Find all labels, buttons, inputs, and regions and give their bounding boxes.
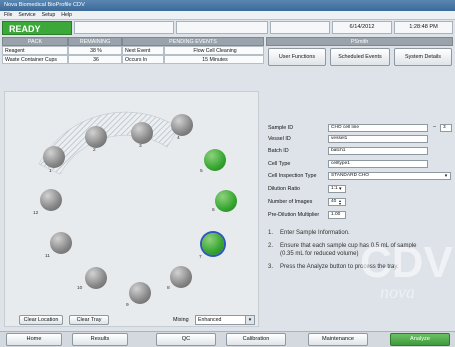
user-functions-button[interactable]: User Functions — [268, 48, 326, 66]
sample-tray-panel: 1 2 3 4 5 6 7 8 9 10 11 12 Clear Locatio… — [4, 91, 259, 327]
dilution-ratio-label: Dilution Ratio — [268, 186, 301, 192]
number-of-images-stepper[interactable]: 40 ▴ ▾ — [328, 198, 346, 206]
cup-12[interactable] — [40, 189, 62, 211]
menu-help[interactable]: Help — [61, 11, 72, 19]
mixing-select-value: Enhanced — [198, 317, 222, 323]
qc-button[interactable]: QC — [156, 333, 216, 346]
pending-events-header: PENDING EVENTS — [122, 37, 264, 46]
cell-type-label: Cell Type — [268, 161, 291, 167]
pack-row-waste-label: Waste Container Cups — [2, 55, 68, 64]
cell-type-input[interactable]: celltype1 — [328, 160, 428, 168]
vessel-id-label: Vessel ID — [268, 136, 291, 142]
cup-8[interactable] — [170, 266, 192, 288]
analyze-button[interactable]: Analyze — [390, 333, 450, 346]
cup-2[interactable] — [85, 126, 107, 148]
pack-row-reagent-label: Reagent — [2, 46, 68, 55]
menu-file[interactable]: File — [4, 11, 12, 19]
pack-row-reagent-value: 38 % — [68, 46, 122, 55]
pack-row-waste-value: 36 — [68, 55, 122, 64]
results-button[interactable]: Results — [72, 333, 128, 346]
user-name: PSmith — [266, 37, 453, 46]
home-button[interactable]: Home — [6, 333, 62, 346]
mixing-select[interactable]: Enhanced ▾ — [195, 315, 255, 325]
cup-3[interactable] — [131, 122, 153, 144]
inspection-type-label: Cell Inspection Type — [268, 173, 317, 179]
scheduled-events-button[interactable]: Scheduled Events — [330, 48, 390, 66]
cup-5[interactable] — [204, 149, 226, 171]
batch-id-label: Batch ID — [268, 148, 289, 154]
cdv-watermark-logo: CDV nova — [330, 238, 453, 318]
occurs-in-label: Occurs In — [122, 55, 164, 64]
predilution-multiplier-input[interactable]: 1.00 — [328, 211, 346, 219]
sample-id-label: Sample ID — [268, 125, 294, 131]
instruction-1: 1. Enter Sample Information. — [268, 230, 350, 236]
dilution-ratio-select[interactable]: 1:1 ▾ — [328, 185, 346, 193]
cup-number-6: 6 — [212, 208, 215, 213]
cup-number-4: 4 — [177, 136, 180, 141]
menu-setup[interactable]: Setup — [42, 11, 56, 19]
inspection-type-select[interactable]: STANDARD CHO ▾ — [328, 172, 451, 180]
cup-number-8: 8 — [167, 286, 170, 291]
cup-9[interactable] — [129, 282, 151, 304]
occurs-in-value: 15 Minutes — [164, 55, 264, 64]
inspection-type-value: STANDARD CHO — [331, 173, 370, 178]
predilution-multiplier-label: Pre-Dilution Multiplier — [268, 212, 320, 218]
chevron-down-icon[interactable]: ▾ — [339, 186, 345, 192]
cup-11[interactable] — [50, 232, 72, 254]
cup-number-7: 7 — [199, 255, 202, 260]
cup-number-5: 5 — [200, 169, 203, 174]
header-blank-3 — [270, 21, 330, 34]
cup-number-12: 12 — [33, 211, 39, 216]
watermark-cdv: CDV — [360, 238, 453, 287]
cup-number-11: 11 — [45, 254, 50, 259]
calibration-button[interactable]: Calibration — [226, 333, 286, 346]
cup-1[interactable] — [43, 146, 65, 168]
date-display: 6/14/2012 — [332, 21, 392, 34]
mixing-label: Mixing — [173, 317, 189, 323]
cup-number-3: 3 — [139, 144, 142, 149]
ready-status: READY — [2, 21, 72, 35]
vessel-id-input[interactable]: vessel1 — [328, 135, 428, 143]
remaining-header: REMAINING — [68, 37, 122, 46]
number-of-images-label: Number of Images — [268, 199, 313, 205]
window-title: Nova Biomedical BioProfile CDV — [0, 0, 455, 11]
watermark-nova: nova — [380, 282, 415, 302]
menu-bar: File Service Setup Help — [0, 11, 455, 20]
clear-location-button[interactable]: Clear Location — [19, 315, 63, 325]
menu-service[interactable]: Service — [18, 11, 35, 19]
system-details-button[interactable]: System Details — [394, 48, 452, 66]
chevron-down-icon[interactable]: ▾ — [442, 173, 450, 179]
sample-id-number-input[interactable]: 3 — [440, 124, 452, 132]
cup-number-9: 9 — [126, 303, 129, 308]
maintenance-button[interactable]: Maintenance — [308, 333, 368, 346]
next-event-label: Next Event — [122, 46, 164, 55]
cup-number-10: 10 — [77, 286, 83, 291]
sample-id-separator: – — [433, 124, 436, 130]
spinner-arrows-icon[interactable]: ▴ ▾ — [339, 199, 345, 205]
cup-number-2: 2 — [93, 148, 96, 153]
next-event-value: Flow Cell Cleaning — [164, 46, 264, 55]
header-blank-1 — [74, 21, 174, 34]
cup-7[interactable] — [202, 233, 224, 255]
cup-4[interactable] — [171, 114, 193, 136]
clear-tray-button[interactable]: Clear Tray — [69, 315, 109, 325]
pack-header: PACK — [2, 37, 68, 46]
batch-id-input[interactable]: batch1 — [328, 147, 428, 155]
time-display: 1:28:48 PM — [394, 21, 453, 34]
cup-6[interactable] — [215, 190, 237, 212]
dilution-ratio-value: 1:1 — [331, 186, 338, 191]
number-of-images-value: 40 — [331, 199, 337, 204]
sample-id-input[interactable]: CHO cell line — [328, 124, 428, 132]
header-blank-2 — [176, 21, 268, 34]
cup-number-1: 1 — [49, 169, 52, 174]
cup-10[interactable] — [85, 267, 107, 289]
chevron-down-icon[interactable]: ▾ — [245, 316, 254, 324]
